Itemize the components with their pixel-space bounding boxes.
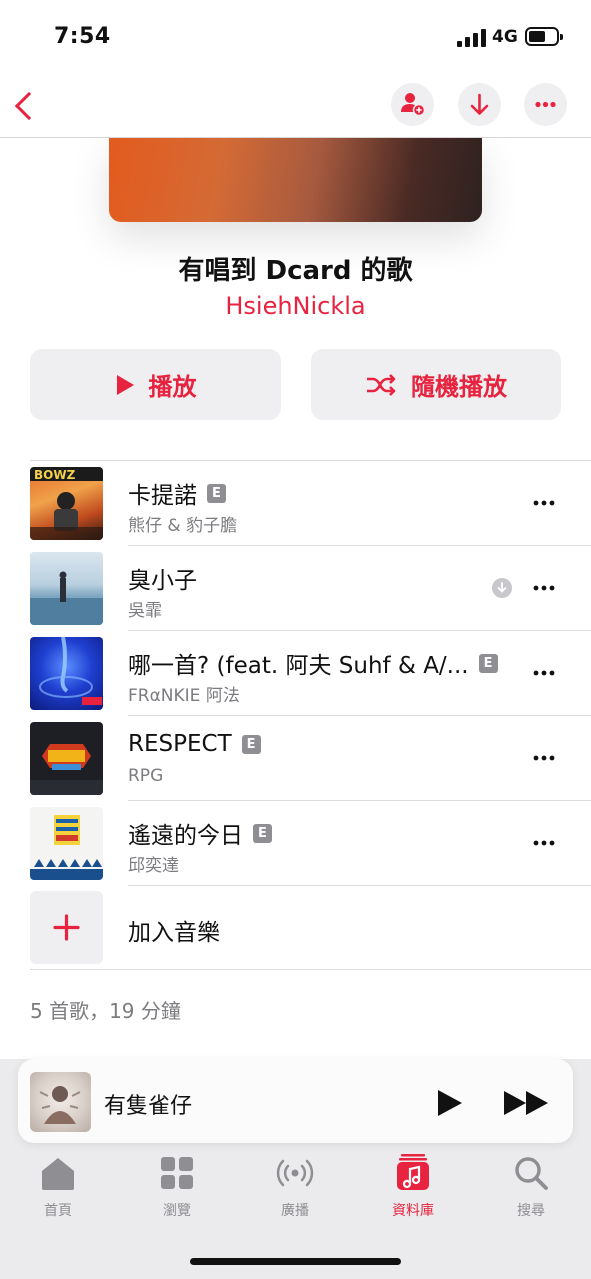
track-row[interactable]: BOWZ 卡提諾 E 熊仔 & 豹子膽	[0, 461, 591, 546]
explicit-badge: E	[241, 734, 261, 754]
track-title-text: 哪一首? (feat. 阿夫 Suhf & A/...	[128, 653, 469, 679]
play-button[interactable]: 播放	[30, 349, 281, 420]
list-bottom-divider	[30, 969, 591, 970]
explicit-badge: E	[207, 483, 226, 503]
track-artwork: BOWZ	[30, 467, 103, 540]
track-artist: 邱奕達	[128, 856, 179, 876]
search-icon	[515, 1157, 548, 1190]
add-person-icon	[401, 93, 426, 117]
tab-library[interactable]: 資料庫	[363, 1152, 463, 1220]
track-title: 卡提諾 E	[128, 476, 226, 510]
now-playing-artwork	[30, 1072, 91, 1132]
status-bar: 7:54 4G	[0, 0, 591, 72]
playlist-summary: 5 首歌，19 分鐘	[30, 999, 181, 1023]
tab-search-label: 搜尋	[517, 1203, 545, 1219]
back-button[interactable]	[10, 80, 50, 130]
tab-search[interactable]: 搜尋	[481, 1152, 581, 1220]
track-artwork	[30, 637, 103, 710]
track-artist: FRαNKIE 阿法	[128, 686, 240, 706]
play-icon	[116, 374, 134, 395]
tab-home-label: 首頁	[44, 1203, 72, 1219]
track-artist: RPG	[128, 766, 164, 786]
playlist-title: 有唱到 Dcard 的歌	[178, 256, 413, 286]
more-icon	[533, 755, 555, 761]
shuffle-icon	[367, 373, 396, 396]
track-more-button[interactable]	[529, 576, 559, 600]
track-title-text: 卡提諾	[128, 483, 197, 509]
svg-text:BOWZ: BOWZ	[34, 468, 76, 482]
downloaded-indicator-icon	[492, 578, 512, 598]
add-music-row[interactable]: 加入音樂	[0, 885, 591, 970]
shuffle-button[interactable]: 隨機播放	[311, 349, 561, 420]
more-icon	[533, 500, 555, 506]
track-row[interactable]: 臭小子 吳霏	[0, 546, 591, 631]
tab-radio[interactable]: 廣播	[245, 1152, 345, 1220]
download-button[interactable]	[458, 83, 501, 126]
tab-library-label: 資料庫	[392, 1203, 434, 1219]
download-icon	[470, 93, 489, 115]
track-title-text: 遙遠的今日	[128, 823, 243, 849]
explicit-badge: E	[478, 653, 498, 673]
play-button-label: 播放	[148, 373, 197, 401]
track-more-button[interactable]	[529, 831, 559, 855]
add-music-label: 加入音樂	[128, 920, 220, 946]
track-more-button[interactable]	[529, 746, 559, 770]
cellular-signal-icon	[457, 29, 487, 47]
track-more-button[interactable]	[529, 491, 559, 515]
navigation-bar	[0, 72, 591, 138]
browse-grid-icon	[161, 1157, 193, 1189]
network-type: 4G	[492, 27, 518, 47]
now-playing-title: 有隻雀仔	[104, 1094, 193, 1119]
track-title: 臭小子	[128, 561, 197, 595]
playlist-owner-link[interactable]: HsiehNickla	[0, 292, 591, 320]
track-title: 遙遠的今日 E	[128, 816, 272, 850]
mini-player-next-button[interactable]	[502, 1086, 552, 1120]
tab-radio-label: 廣播	[281, 1203, 309, 1219]
play-icon	[438, 1090, 462, 1116]
tab-bar: 首頁 瀏覽 廣播 資料庫 搜尋	[0, 1152, 591, 1242]
more-icon	[533, 670, 555, 676]
more-icon	[535, 101, 556, 108]
fast-forward-icon	[504, 1091, 548, 1115]
tab-home[interactable]: 首頁	[8, 1152, 108, 1220]
track-artist: 吳霏	[128, 601, 162, 621]
track-artist: 熊仔 & 豹子膽	[128, 516, 238, 536]
track-title-text: RESPECT	[128, 731, 232, 757]
tab-browse-label: 瀏覽	[163, 1203, 191, 1219]
home-indicator	[190, 1258, 401, 1265]
more-icon	[533, 585, 555, 591]
track-title: RESPECT E	[128, 731, 261, 757]
shuffle-button-label: 隨機播放	[411, 373, 507, 401]
radio-icon	[276, 1159, 314, 1187]
more-button[interactable]	[524, 83, 567, 126]
tab-browse[interactable]: 瀏覽	[127, 1152, 227, 1220]
home-icon	[42, 1158, 74, 1190]
mini-player[interactable]: 有隻雀仔	[18, 1059, 573, 1143]
more-icon	[533, 840, 555, 846]
add-music-tile	[30, 891, 103, 964]
track-artwork	[30, 807, 103, 880]
track-title: 哪一首? (feat. 阿夫 Suhf & A/... E	[128, 646, 498, 680]
explicit-badge: E	[253, 823, 272, 843]
track-more-button[interactable]	[529, 661, 559, 685]
track-artwork	[30, 552, 103, 625]
track-artwork	[30, 722, 103, 795]
playlist-artwork	[109, 138, 482, 222]
plus-icon	[53, 914, 80, 941]
status-time: 7:54	[54, 24, 111, 49]
track-row[interactable]: 遙遠的今日 E 邱奕達	[0, 801, 591, 886]
track-row[interactable]: 哪一首? (feat. 阿夫 Suhf & A/... E FRαNKIE 阿法	[0, 631, 591, 716]
battery-icon	[525, 27, 563, 46]
add-collaborator-button[interactable]	[391, 83, 434, 126]
library-icon	[397, 1154, 429, 1190]
track-title-text: 臭小子	[128, 568, 197, 594]
mini-player-play-button[interactable]	[432, 1086, 466, 1120]
track-row[interactable]: RESPECT E RPG	[0, 716, 591, 801]
